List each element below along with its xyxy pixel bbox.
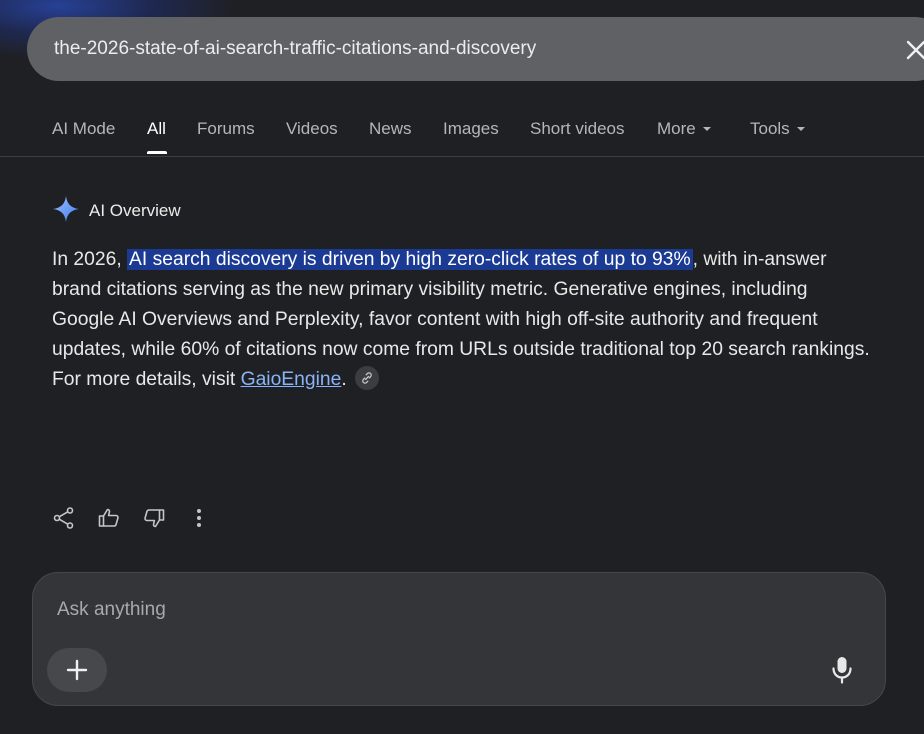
- highlighted-text: AI search discovery is driven by high ze…: [127, 249, 693, 270]
- tab-tools-label: Tools: [750, 119, 790, 138]
- ask-input[interactable]: [57, 599, 817, 621]
- add-button[interactable]: [47, 648, 107, 692]
- tab-news[interactable]: News: [369, 119, 412, 139]
- thumbs-down-icon[interactable]: [142, 506, 168, 532]
- search-bar[interactable]: the-2026-state-of-ai-search-traffic-cita…: [27, 17, 924, 81]
- search-tabs: AI Mode All Forums Videos News Images Sh…: [0, 100, 924, 157]
- tab-all[interactable]: All: [147, 119, 166, 139]
- overview-text-body: , with in-answer brand citations serving…: [52, 249, 870, 390]
- tab-tools[interactable]: Tools: [750, 119, 805, 139]
- share-icon[interactable]: [52, 506, 78, 532]
- microphone-icon[interactable]: [829, 655, 855, 685]
- link-icon[interactable]: [354, 365, 379, 390]
- close-icon[interactable]: [905, 39, 924, 61]
- tab-more-label: More: [657, 119, 696, 138]
- search-query-text[interactable]: the-2026-state-of-ai-search-traffic-cita…: [54, 38, 536, 60]
- thumbs-up-icon[interactable]: [97, 506, 123, 532]
- tab-ai-mode[interactable]: AI Mode: [52, 119, 115, 139]
- tab-more[interactable]: More: [657, 119, 711, 139]
- source-link-gaioengine[interactable]: GaioEngine: [241, 369, 342, 390]
- tab-forums[interactable]: Forums: [197, 119, 255, 139]
- ai-overview-text: In 2026, AI search discovery is driven b…: [52, 245, 872, 395]
- overview-text-end: .: [341, 369, 347, 390]
- more-vertical-icon[interactable]: [187, 506, 213, 532]
- sparkle-icon: [52, 195, 80, 223]
- chevron-down-icon: [796, 126, 805, 131]
- ask-anything-box[interactable]: [32, 572, 886, 706]
- active-tab-indicator: [147, 151, 167, 154]
- tab-short-videos[interactable]: Short videos: [530, 119, 625, 139]
- ai-overview-label: AI Overview: [89, 201, 181, 220]
- tab-images[interactable]: Images: [443, 119, 499, 139]
- overview-text-intro: In 2026,: [52, 249, 128, 270]
- plus-icon: [66, 659, 88, 681]
- tab-videos[interactable]: Videos: [286, 119, 338, 139]
- chevron-down-icon: [702, 126, 711, 131]
